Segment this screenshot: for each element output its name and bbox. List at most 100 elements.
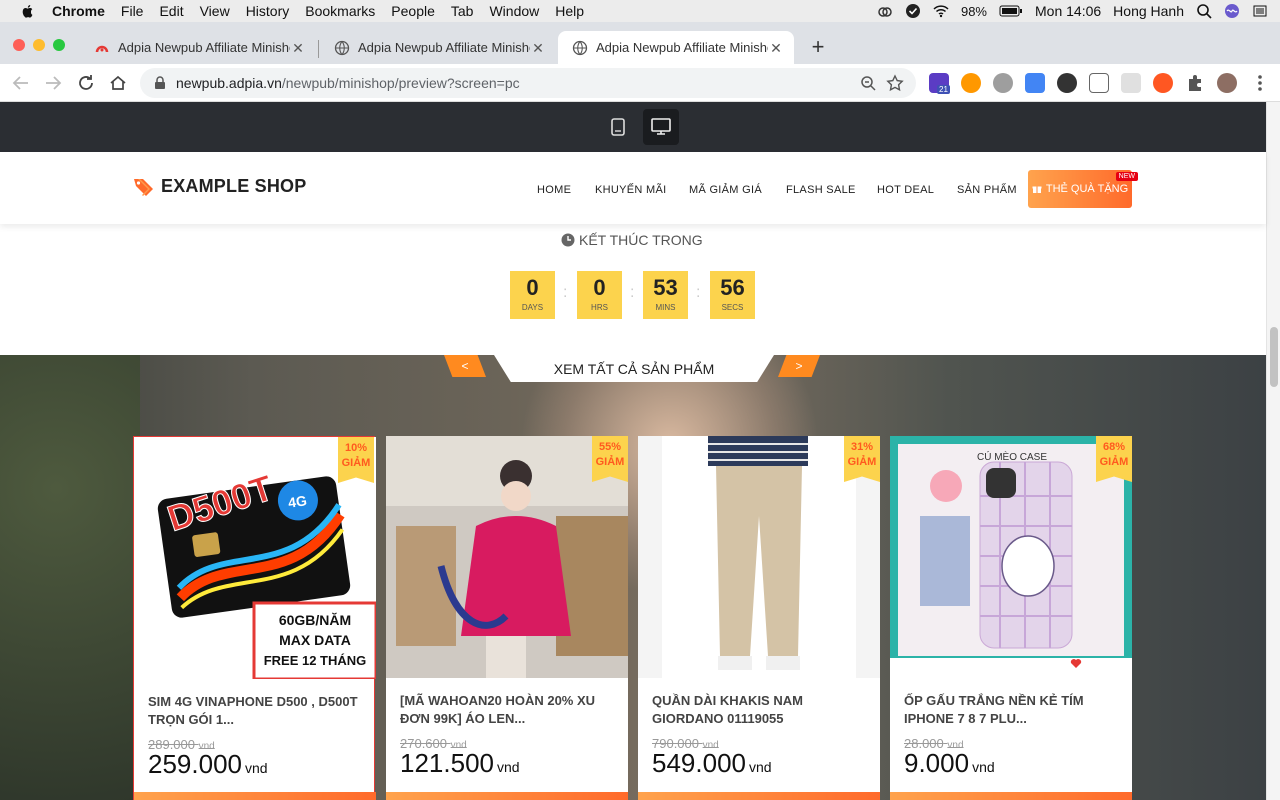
sim-image-line-2: MAX DATA <box>279 632 351 648</box>
menu-history[interactable]: History <box>246 3 290 19</box>
profile-avatar[interactable] <box>1217 73 1237 93</box>
spotlight-search-icon[interactable] <box>1196 3 1212 19</box>
sale-price: 549.000 vnd <box>652 748 772 779</box>
zoom-window-button[interactable] <box>53 39 65 51</box>
phone-case-photo: CÚ MÈO CASE <box>890 436 1132 678</box>
extensions-puzzle-icon[interactable] <box>1185 73 1205 93</box>
address-bar[interactable]: newpub.adpia.vn/newpub/minishop/preview?… <box>140 68 916 98</box>
extension-tool-icon[interactable] <box>1089 73 1109 93</box>
discount-word: GIẢM <box>847 456 877 468</box>
view-all-products-link[interactable]: XEM TẤT CẢ SẢN PHẨM <box>494 355 774 382</box>
zoom-icon[interactable] <box>860 75 876 91</box>
back-arrow-icon[interactable] <box>10 72 32 94</box>
nav-ma-giam-gia[interactable]: MÃ GIẢM GIÁ <box>689 184 762 196</box>
wifi-icon[interactable] <box>933 3 949 19</box>
product-image[interactable]: CÚ MÈO CASE <box>890 436 1132 678</box>
page-scrollbar[interactable] <box>1266 102 1280 800</box>
menu-help[interactable]: Help <box>555 3 584 19</box>
forward-arrow-icon[interactable] <box>42 72 64 94</box>
product-card[interactable]: CÚ MÈO CASE 68% GIẢM ỐP GẤU TRẮNG NỀN KẺ … <box>890 436 1132 800</box>
mobile-preview-button[interactable] <box>600 109 636 145</box>
product-name[interactable]: ỐP GẤU TRẮNG NỀN KẺ TÍM IPHONE 7 8 7 PLU… <box>904 692 1118 728</box>
product-name[interactable]: QUẦN DÀI KHAKIS NAM GIORDANO 01119055 <box>652 692 866 728</box>
extension-badge: 21 <box>937 85 950 94</box>
countdown-label-text: KẾT THÚC TRONG <box>579 232 703 248</box>
discount-word: GIẢM <box>1099 456 1129 468</box>
card-bottom-bar <box>134 792 376 800</box>
countdown-unit: MINS <box>655 303 676 312</box>
minimize-window-button[interactable] <box>33 39 45 51</box>
sale-price-unit: vnd <box>244 760 268 776</box>
tab-close-icon[interactable]: ✕ <box>768 40 784 56</box>
tab-2[interactable]: Adpia Newpub Affiliate Minishop ✕ <box>320 31 556 64</box>
chrome-menu-icon[interactable] <box>1250 73 1270 93</box>
discount-word: GIẢM <box>595 456 625 468</box>
sale-price: 9.000 vnd <box>904 748 995 779</box>
tab-separator <box>318 40 319 58</box>
tab-3-active[interactable]: Adpia Newpub Affiliate Minishop ✕ <box>558 31 794 64</box>
menubar-clock[interactable]: Mon 14:06 <box>1035 3 1101 19</box>
menu-view[interactable]: View <box>200 3 230 19</box>
menu-bar: Chrome File Edit View History Bookmarks … <box>0 0 1280 22</box>
discount-value: 10% <box>344 442 368 454</box>
menubar-user[interactable]: Hong Hanh <box>1113 3 1184 19</box>
bookmark-star-icon[interactable] <box>886 74 904 92</box>
mobile-icon <box>611 118 625 136</box>
menu-people[interactable]: People <box>391 3 435 19</box>
siri-icon[interactable] <box>1224 3 1240 19</box>
extension-chart-icon[interactable] <box>1121 73 1141 93</box>
nav-khuyen-mai[interactable]: KHUYẾN MÃI <box>595 184 666 196</box>
creative-cloud-icon[interactable] <box>877 3 893 19</box>
reload-icon[interactable] <box>75 72 97 94</box>
product-image[interactable] <box>638 436 880 678</box>
countdown-days: 0 DAYS <box>510 271 555 319</box>
gift-card-button[interactable]: THẺ QUÀ TẶNG NEW <box>1028 170 1138 208</box>
product-image[interactable] <box>386 436 628 678</box>
apple-icon[interactable] <box>20 3 36 19</box>
adpia-favicon-icon <box>95 45 109 52</box>
extension-translate-icon[interactable] <box>1025 73 1045 93</box>
product-card[interactable]: 55% GIẢM [MÃ WAHOAN20 HOÀN 20% XU ĐƠN 99K… <box>386 436 628 800</box>
menu-bookmarks[interactable]: Bookmarks <box>305 3 375 19</box>
nav-home[interactable]: HOME <box>537 184 571 196</box>
nav-san-pham[interactable]: SẢN PHẨM <box>957 184 1017 196</box>
menu-app-chrome[interactable]: Chrome <box>52 3 105 19</box>
menu-edit[interactable]: Edit <box>159 3 183 19</box>
discount-badge: 68% GIẢM <box>1096 436 1132 482</box>
discount-badge: 10% GIẢM <box>338 437 374 483</box>
home-icon[interactable] <box>107 72 129 94</box>
menu-window[interactable]: Window <box>489 3 539 19</box>
nav-hot-deal[interactable]: HOT DEAL <box>877 184 934 196</box>
nav-flash-sale[interactable]: FLASH SALE <box>786 184 856 196</box>
new-tab-button[interactable]: + <box>808 36 828 58</box>
extension-gear-icon[interactable] <box>993 73 1013 93</box>
tab-close-icon[interactable]: ✕ <box>530 40 546 56</box>
shop-logo[interactable]: EXAMPLE SHOP <box>132 176 306 197</box>
extension-link-icon[interactable] <box>1153 73 1173 93</box>
menu-file[interactable]: File <box>121 3 144 19</box>
extension-incognito-icon[interactable] <box>1057 73 1077 93</box>
product-name[interactable]: [MÃ WAHOAN20 HOÀN 20% XU ĐƠN 99K] ÁO LEN… <box>400 692 614 728</box>
extension-tomato-icon[interactable] <box>961 73 981 93</box>
check-circle-icon[interactable] <box>905 3 921 19</box>
desktop-preview-button[interactable] <box>643 109 679 145</box>
product-card[interactable]: 31% GIẢM QUẦN DÀI KHAKIS NAM GIORDANO 011… <box>638 436 880 800</box>
gift-card-label: THẺ QUÀ TẶNG <box>1045 183 1129 195</box>
control-center-icon[interactable] <box>1252 3 1268 19</box>
close-window-button[interactable] <box>13 39 25 51</box>
sim-image-line-3: FREE 12 THÁNG <box>264 653 367 668</box>
sale-price: 259.000 vnd <box>148 749 268 780</box>
prev-arrow-button[interactable]: < <box>444 355 486 377</box>
product-card[interactable]: 4G D500T 60GB/NĂM MAX DATA FREE 12 THÁNG… <box>133 436 376 800</box>
tab-1[interactable]: Adpia Newpub Affiliate Minishop ✕ <box>80 31 316 64</box>
product-name[interactable]: SIM 4G VINAPHONE D500 , D500T TRỌN GÓI 1… <box>148 693 362 729</box>
lock-icon[interactable] <box>154 76 166 90</box>
tab-close-icon[interactable]: ✕ <box>290 40 306 56</box>
battery-icon[interactable] <box>999 3 1023 19</box>
discount-value: 55% <box>598 441 622 453</box>
sale-price-unit: vnd <box>496 759 520 775</box>
menu-tab[interactable]: Tab <box>451 3 474 19</box>
scrollbar-thumb[interactable] <box>1270 327 1278 387</box>
countdown-section: KẾT THÚC TRONG 0 DAYS : 0 HRS : 53 MINS … <box>0 224 1266 355</box>
svg-text:4G: 4G <box>287 492 308 510</box>
